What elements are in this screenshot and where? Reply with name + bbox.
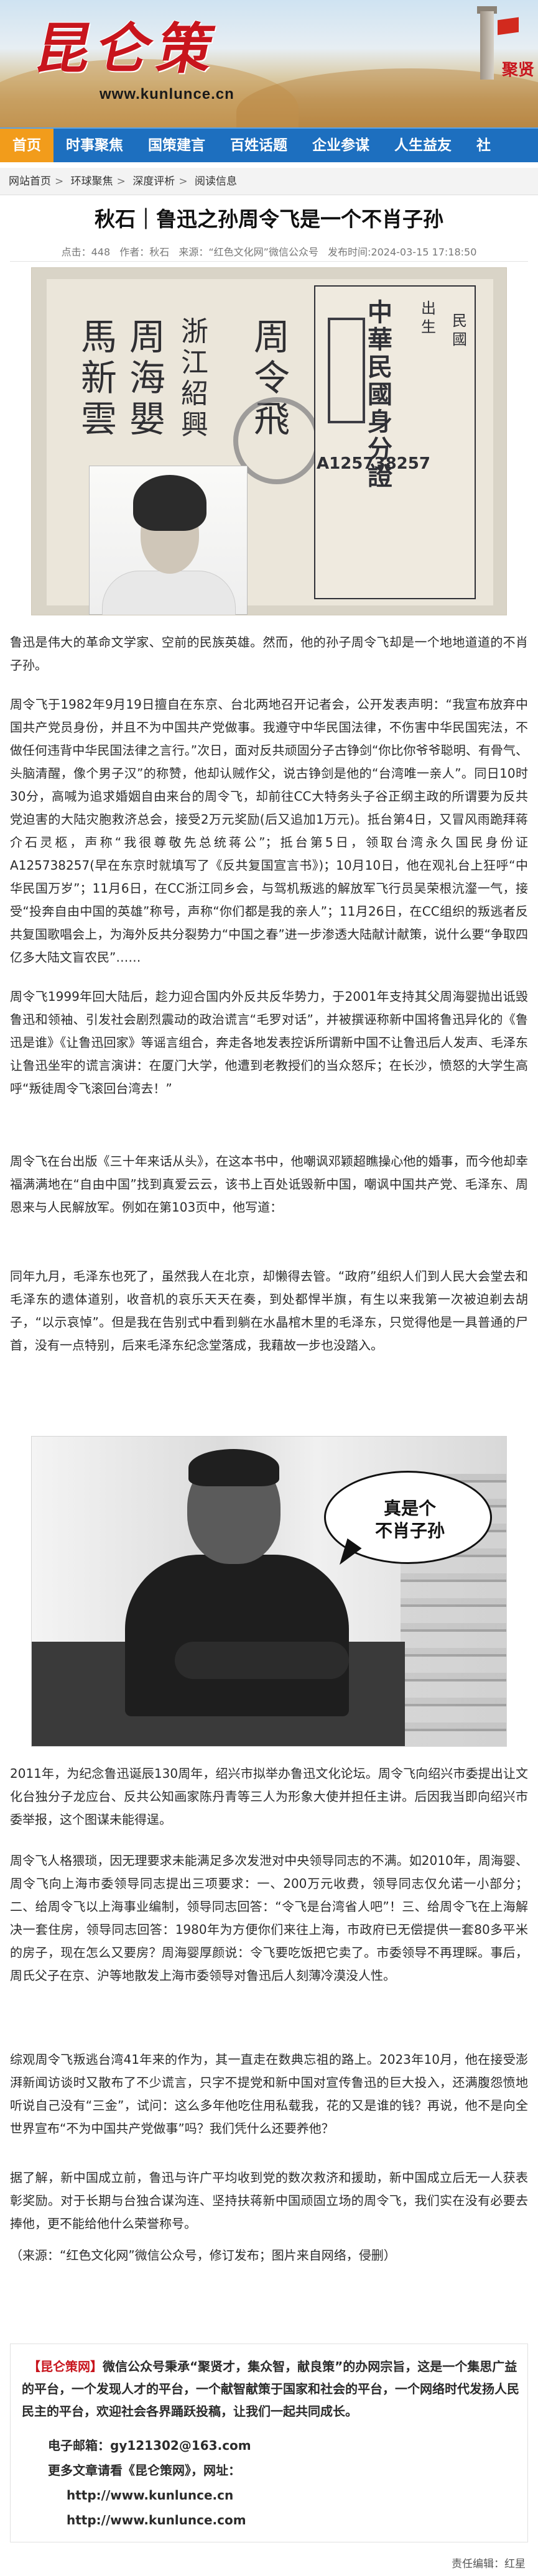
article-paragraph: 据了解，新中国成立前，鲁迅与许广平均收到党的数次救济和援助，新中国成立后无一人获… [10,2170,528,2231]
id-card-number: A125738257 [317,454,430,473]
nav-item-topics[interactable]: 百姓话题 [218,129,300,162]
divider [10,261,528,262]
footer-brand: 【昆仑策网】 [28,2359,103,2374]
nav-item-home[interactable]: 首页 [0,129,53,162]
person-arm [175,1642,349,1679]
responsible-editor: 责任编辑：红星 [452,2558,526,2570]
site-logo[interactable]: 昆仑策 [29,5,229,84]
speech-bubble-text: 真是个 不肖子孙 [374,1498,445,1541]
breadcrumb-item[interactable]: 环球聚焦 [71,175,113,188]
person-hair [188,1449,279,1486]
breadcrumb: 网站首页 > 环球聚焦 > 深度评析 > 阅读信息 [0,168,538,195]
id-card-text: 出生 [421,300,436,336]
article-paragraph: 鲁迅是伟大的革命文学家、空前的民族英雄。然而，他的孙子周令飞却是一个地地道道的不… [10,635,528,673]
portrait-hair [133,475,206,531]
nav-item-current-affairs[interactable]: 时事聚焦 [53,129,136,162]
article-paragraph: 周令飞在台出版《三十年来话从头》，在这本书中，他嘲讽邓颖超瞧操心他的婚事，而今他… [10,1154,528,1215]
monument-icon [480,11,494,80]
nav-item-more[interactable]: 社 [464,129,503,162]
id-card-text: 馬新雲 [80,316,117,440]
flag-icon [498,17,519,35]
article-meta: 点击：448 作者：秋石 来源：“红色文化网”微信公众号 发布时间:2024-0… [0,244,538,259]
meta-published: 发布时间:2024-03-15 17:18:50 [328,246,477,258]
article-paragraph: 2011年，为纪念鲁迅诞辰130周年，绍兴市拟举办鲁迅文化论坛。周令飞向绍兴市委… [10,1766,528,1827]
article-title: 秋石｜鲁迅之孙周令飞是一个不肖子孙 [95,207,443,231]
speech-bubble: 真是个 不肖子孙 [324,1471,492,1570]
footer-more: 更多文章请看《昆仑策网》，网址： [48,2463,241,2478]
footer-email[interactable]: 电子邮箱：gy121302@163.com [48,2434,251,2457]
nav-item-policy[interactable]: 国策建言 [136,129,218,162]
article-paragraph: 综观周令飞叛逃台湾41年来的作为，其一直走在数典忘祖的路上。2023年10月，他… [10,2052,528,2136]
breadcrumb-separator: > [116,175,126,188]
id-card-text: 民國 [452,312,467,348]
footer-info-box: 【昆仑策网】微信公众号秉承“聚贤才，集众智，献良策”的办网宗旨，这是一个集思广益… [10,2344,528,2542]
article-paragraph: 周令飞1999年回大陆后，趁力迎合国内外反共反华势力，于2001年支持其父周海婴… [10,989,528,1096]
nav-item-enterprise[interactable]: 企业参谋 [300,129,382,162]
footer-intro: 【昆仑策网】微信公众号秉承“聚贤才，集众智，献良策”的办网宗旨，这是一个集思广益… [22,2355,519,2422]
id-card-left-page: 馬新雲 周海嬰 浙江紹興 周令飛 中華民國身分證 A125738257 出生 民… [47,279,493,615]
banner-corner-text: 聚贤 [501,61,534,80]
article-paragraph: 周令飞人格猥琐，因无理要求未能满足多次发泄对中央领导同志的不满。如2010年，周… [10,1853,528,1983]
id-card-text: 浙江紹興 [181,316,208,441]
portrait-body [102,571,236,615]
id-card-text: 周海嬰 [129,316,165,440]
footer-link[interactable]: http://www.kunlunce.cn [67,2484,233,2506]
breadcrumb-item[interactable]: 网站首页 [9,175,51,188]
id-card-image: 馬新雲 周海嬰 浙江紹興 周令飛 中華民國身分證 A125738257 出生 民… [31,267,507,615]
site-banner: 昆仑策 www.kunlunce.cn 聚贤 [0,0,538,127]
footer-link[interactable]: http://www.kunlunce.com [67,2509,246,2531]
meta-clicks: 点击：448 [61,246,111,258]
breadcrumb-separator: > [55,175,64,188]
portrait-photo [89,466,248,615]
meta-source: 来源：“红色文化网”微信公众号 [179,246,318,258]
site-url[interactable]: www.kunlunce.cn [100,86,234,103]
breadcrumb-item: 阅读信息 [194,175,237,188]
lu-xun-image: 真是个 不肖子孙 [31,1436,507,1747]
main-nav: 首页 时事聚焦 国策建言 百姓话题 企业参谋 人生益友 社 [0,127,538,162]
article-paragraph: 周令飞于1982年9月19日擅自在东京、台北两地召开记者会，公开发表声明：“我宣… [10,697,528,965]
breadcrumb-item[interactable]: 深度评析 [132,175,175,188]
id-card-stamp-box [328,318,365,423]
article-source: （来源：“红色文化网”微信公众号，修订发布；图片来自网络，侵删） [10,2248,396,2263]
meta-author: 作者：秋石 [119,246,170,258]
person-body [125,1555,349,1716]
id-card-right-page: 中華民國身分證 A125738257 出生 民國 [314,285,476,599]
nav-item-life[interactable]: 人生益友 [382,129,464,162]
breadcrumb-separator: > [179,175,188,188]
article-paragraph: 同年九月，毛泽东也死了，虽然我人在北京，却懒得去管。“政府”组织人们到人民大会堂… [10,1269,528,1353]
